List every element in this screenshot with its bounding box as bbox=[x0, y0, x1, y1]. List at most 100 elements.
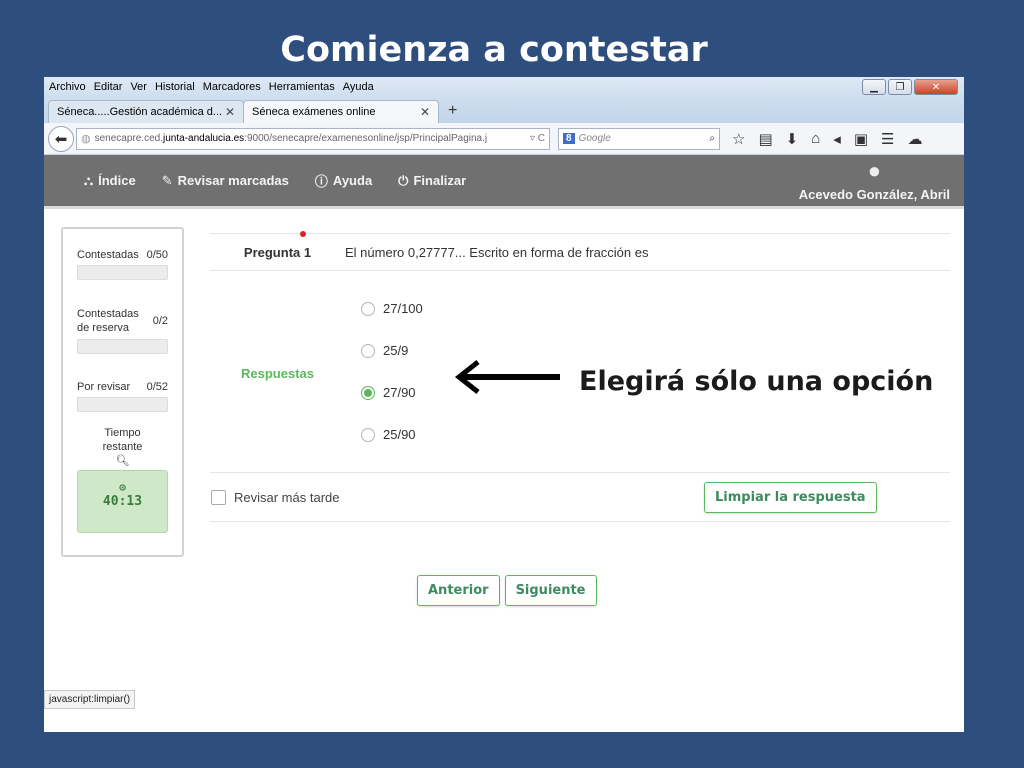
progress-panel: Contestadas 0/50 Contestadas de reserva … bbox=[61, 227, 184, 557]
tab-seneca-gestion[interactable]: Séneca.....Gestión académica d... ✕ bbox=[48, 100, 244, 123]
url-bar[interactable]: ◍ senecapre.ced. junta-andalucia.es:9000/… bbox=[76, 127, 550, 150]
radio-button[interactable] bbox=[361, 343, 375, 358]
timer-value: 40:13 bbox=[102, 494, 143, 509]
review-later-checkbox[interactable] bbox=[211, 489, 226, 505]
radio-button[interactable] bbox=[361, 301, 375, 316]
annotation-text: Elegirá sólo una opción bbox=[579, 366, 934, 397]
option-label: 27/90 bbox=[383, 385, 416, 400]
status-bar: javascript:limpiar() bbox=[44, 690, 136, 709]
restore-icon[interactable]: ❐ bbox=[888, 79, 912, 95]
option-label: 25/90 bbox=[383, 427, 416, 442]
menu-bar: Archivo Editar Ver Historial Marcadores … bbox=[44, 77, 964, 97]
send-icon[interactable]: ◂ bbox=[833, 130, 841, 148]
previous-button[interactable]: Anterior bbox=[417, 575, 500, 606]
sitemap-icon: ⛬ bbox=[84, 172, 94, 188]
toolbar-icons: ☆ ▤ ⬇ ⌂ ◂ ▣ ☰ ☁ bbox=[732, 130, 922, 148]
stat-contestadas: Contestadas 0/50 bbox=[77, 249, 168, 261]
stat-value: 0/52 bbox=[146, 381, 168, 393]
slide-title: Comienza a contestar bbox=[280, 30, 708, 70]
option-label: 25/9 bbox=[383, 343, 409, 358]
radio-button-selected[interactable] bbox=[361, 385, 375, 400]
new-tab-icon[interactable]: + bbox=[438, 102, 465, 123]
menu-archivo[interactable]: Archivo bbox=[44, 81, 90, 93]
nav-label: Revisar marcadas bbox=[177, 173, 289, 188]
app-header: ⛬ Índice ✎ Revisar marcadas ⓘ Ayuda ⏻ Fi… bbox=[44, 155, 964, 209]
globe-icon: ◍ bbox=[81, 133, 91, 145]
nav-ayuda[interactable]: ⓘ Ayuda bbox=[315, 171, 372, 190]
minimize-icon[interactable]: ▁ bbox=[862, 79, 886, 95]
option-2[interactable]: 25/9 bbox=[361, 343, 408, 358]
zoom-icon[interactable]: 🔍︎ bbox=[77, 454, 168, 468]
nav-revisar-marcadas[interactable]: ✎ Revisar marcadas bbox=[162, 173, 289, 189]
exam-content: Contestadas 0/50 Contestadas de reserva … bbox=[44, 209, 964, 709]
search-icon[interactable]: ⌕ bbox=[709, 133, 715, 144]
tab-close-icon[interactable]: ✕ bbox=[420, 105, 430, 119]
option-label: 27/100 bbox=[383, 301, 423, 316]
search-input[interactable]: 8 Google ⌕ bbox=[558, 127, 720, 150]
browser-window: Archivo Editar Ver Historial Marcadores … bbox=[44, 77, 964, 732]
info-icon: ⓘ bbox=[314, 174, 328, 189]
pencil-icon: ✎ bbox=[161, 172, 173, 188]
google-icon[interactable]: 8 bbox=[563, 133, 575, 144]
bookmark-star-icon[interactable]: ☆ bbox=[732, 130, 745, 148]
tab-label: Séneca exámenes online bbox=[252, 106, 376, 118]
user-name: Acevedo González, Abril bbox=[798, 187, 950, 202]
option-1[interactable]: 27/100 bbox=[361, 301, 423, 316]
nav-label: Ayuda bbox=[332, 173, 373, 188]
tab-seneca-examenes[interactable]: Séneca exámenes online ✕ bbox=[243, 100, 439, 123]
progress-bar-contestadas bbox=[77, 265, 168, 280]
reload-icon[interactable]: ▿ C bbox=[526, 133, 545, 144]
search-placeholder: Google bbox=[578, 133, 611, 144]
power-icon: ⏻ bbox=[398, 172, 409, 188]
stat-revisar: Por revisar 0/52 bbox=[77, 381, 168, 393]
url-path: :9000/senecapre/examenesonline/jsp/Princ… bbox=[244, 133, 488, 144]
stat-label: Contestadas bbox=[77, 249, 139, 261]
radio-button[interactable] bbox=[361, 427, 375, 442]
stat-label: Por revisar bbox=[77, 381, 131, 393]
hamburger-menu-icon[interactable]: ☰ bbox=[881, 130, 894, 148]
review-later-label: Revisar más tarde bbox=[234, 489, 340, 505]
question-label: Pregunta 1 bbox=[210, 230, 345, 260]
nav-bar: ⬅ ◍ senecapre.ced. junta-andalucia.es:900… bbox=[44, 123, 964, 155]
menu-ayuda[interactable]: Ayuda bbox=[339, 81, 378, 93]
url-domain: junta-andalucia.es bbox=[163, 133, 245, 144]
stat-value: 0/2 bbox=[152, 315, 168, 327]
menu-marcadores[interactable]: Marcadores bbox=[199, 81, 265, 93]
screenshot-icon[interactable]: ▣ bbox=[854, 130, 868, 148]
progress-bar-reserva bbox=[77, 339, 168, 354]
tab-bar: Séneca.....Gestión académica d... ✕ Séne… bbox=[44, 97, 964, 123]
timer-box: ⊙ 40:13 bbox=[77, 470, 168, 533]
question-text: El número 0,27777... Escrito en forma de… bbox=[345, 244, 649, 260]
progress-bar-revisar bbox=[77, 397, 168, 412]
menu-ver[interactable]: Ver bbox=[126, 81, 151, 93]
close-icon[interactable]: ✕ bbox=[914, 79, 958, 95]
tab-close-icon[interactable]: ✕ bbox=[225, 105, 235, 119]
back-arrow-icon[interactable]: ⬅ bbox=[48, 125, 74, 152]
stat-reserva: Contestadas de reserva 0/2 bbox=[77, 307, 168, 335]
stat-value: 0/50 bbox=[146, 249, 168, 261]
nav-label: Índice bbox=[98, 173, 136, 188]
next-button[interactable]: Siguiente bbox=[504, 575, 597, 606]
stat-label: Contestadas de reserva bbox=[77, 308, 139, 334]
cloud-icon[interactable]: ☁ bbox=[907, 130, 922, 148]
nav-label: Finalizar bbox=[413, 173, 467, 188]
option-4[interactable]: 25/90 bbox=[361, 427, 416, 442]
tab-label: Séneca.....Gestión académica d... bbox=[57, 106, 223, 118]
annotation-arrow-icon bbox=[454, 360, 560, 394]
menu-herramientas[interactable]: Herramientas bbox=[265, 81, 339, 93]
question-number: Pregunta 1 bbox=[243, 244, 312, 260]
clear-answer-button[interactable]: Limpiar la respuesta bbox=[704, 482, 877, 513]
nav-indice[interactable]: ⛬ Índice bbox=[84, 173, 136, 189]
user-info: ● Acevedo González, Abril bbox=[798, 159, 950, 203]
question-row: Pregunta 1 El número 0,27777... Escrito … bbox=[210, 230, 950, 271]
timer-label-text: Tiempo restante bbox=[102, 427, 143, 453]
nav-finalizar[interactable]: ⏻ Finalizar bbox=[398, 173, 466, 189]
option-3[interactable]: 27/90 bbox=[361, 385, 416, 400]
reading-list-icon[interactable]: ▤ bbox=[758, 130, 772, 148]
menu-editar[interactable]: Editar bbox=[90, 81, 127, 93]
url-prefix: senecapre.ced. bbox=[94, 133, 163, 144]
menu-historial[interactable]: Historial bbox=[151, 81, 199, 93]
clock-icon: ⊙ bbox=[119, 481, 126, 494]
download-icon[interactable]: ⬇ bbox=[786, 130, 799, 148]
home-icon[interactable]: ⌂ bbox=[811, 130, 820, 148]
